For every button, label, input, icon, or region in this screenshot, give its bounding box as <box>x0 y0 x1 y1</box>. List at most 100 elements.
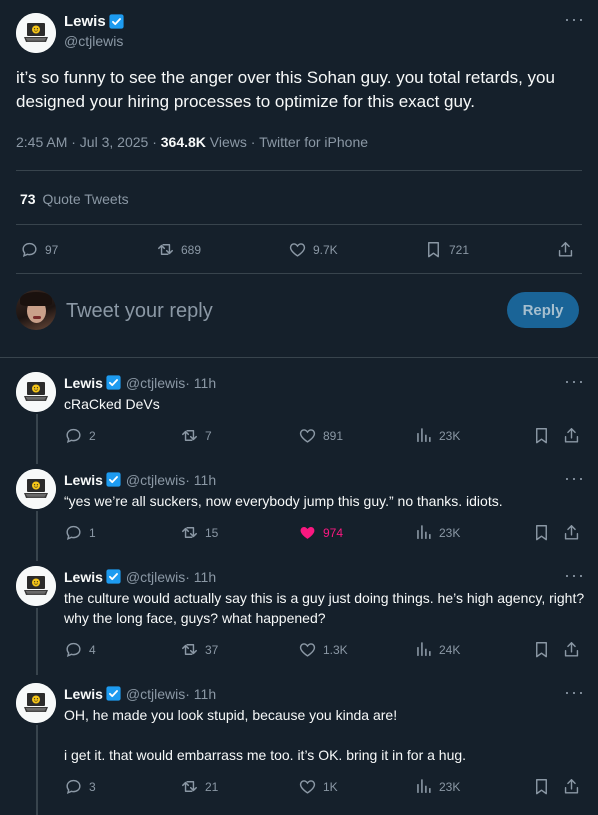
retweet-icon <box>180 640 199 659</box>
like-action[interactable]: 974 <box>298 523 343 542</box>
more-options-icon[interactable]: ··· <box>564 683 585 701</box>
reply-author-handle[interactable]: @ctjlewis <box>126 472 185 488</box>
bookmark-action[interactable] <box>532 777 551 796</box>
heart-icon <box>298 640 317 659</box>
user-avatar[interactable] <box>16 290 56 330</box>
retweet-count: 21 <box>205 779 219 794</box>
share-icon <box>562 640 581 659</box>
like-count: 1K <box>323 779 338 794</box>
tweet-meta: 2:45 AM · Jul 3, 2025 · 364.8K Views · T… <box>16 134 368 150</box>
retweet-action[interactable]: 15 <box>180 523 218 542</box>
views-stat[interactable]: 23K <box>414 777 460 796</box>
reply-action[interactable]: 1 <box>64 523 96 542</box>
retweet-action[interactable]: 37 <box>180 640 218 659</box>
reply-action[interactable]: 97 <box>20 240 58 259</box>
retweet-count: 15 <box>205 525 219 540</box>
retweet-action[interactable]: 7 <box>180 426 212 445</box>
reply-tweet[interactable]: Lewis @ctjlewis · 11h ··· the culture wo… <box>0 564 598 670</box>
reply-text-second-paragraph: i get it. that would embarrass me too. i… <box>64 747 467 763</box>
share-icon <box>556 240 575 259</box>
reply-text: “yes we’re all suckers, now everybody ju… <box>64 493 503 509</box>
more-options-icon[interactable]: ··· <box>564 469 585 487</box>
views-count: 24K <box>439 642 461 657</box>
reply-author-handle[interactable]: @ctjlewis <box>126 686 185 702</box>
bookmark-count: 721 <box>449 242 470 257</box>
reply-author-handle[interactable]: @ctjlewis <box>126 569 185 585</box>
reply-text: the culture would actually say this is a… <box>64 590 585 626</box>
bookmark-icon <box>532 640 551 659</box>
reply-time[interactable]: · 11h <box>185 472 216 488</box>
reply-time[interactable]: · 11h <box>185 375 216 391</box>
reply-header: Lewis @ctjlewis · 11h <box>64 374 216 391</box>
reply-input[interactable]: Tweet your reply <box>66 300 213 323</box>
reply-tweet[interactable]: Lewis @ctjlewis · 11h ··· “yes we’re all… <box>0 467 598 557</box>
more-options-icon[interactable]: ··· <box>564 372 585 390</box>
reply-button[interactable]: Reply <box>507 292 579 328</box>
author-avatar[interactable] <box>16 13 56 53</box>
bookmark-action[interactable] <box>532 640 551 659</box>
views-label: Views · Twitter for iPhone <box>205 134 369 150</box>
author-name[interactable]: Lewis <box>64 13 106 30</box>
views-count: 23K <box>439 428 461 443</box>
laptop-emoji-icon <box>16 566 56 606</box>
divider <box>16 224 582 225</box>
share-icon <box>562 523 581 542</box>
like-action[interactable]: 891 <box>298 426 343 445</box>
reply-count: 97 <box>45 242 59 257</box>
share-action[interactable] <box>562 426 581 445</box>
reply-avatar[interactable] <box>16 566 56 606</box>
reply-header: Lewis @ctjlewis · 11h <box>64 568 216 585</box>
more-options-icon[interactable]: ··· <box>564 10 585 28</box>
share-action[interactable] <box>562 640 581 659</box>
share-action[interactable] <box>556 240 575 259</box>
laptop-emoji-icon <box>16 372 56 412</box>
reply-author-name[interactable]: Lewis <box>64 472 103 488</box>
reply-avatar[interactable] <box>16 372 56 412</box>
divider <box>0 357 598 358</box>
reply-time[interactable]: · 11h <box>185 569 216 585</box>
verified-badge-icon <box>108 13 125 30</box>
laptop-emoji-icon <box>16 683 56 723</box>
like-action[interactable]: 9.7K <box>288 240 338 259</box>
reply-avatar[interactable] <box>16 469 56 509</box>
tweet-timestamp[interactable]: 2:45 AM · Jul 3, 2025 · <box>16 134 161 150</box>
reply-tweet[interactable]: Lewis @ctjlewis · 11h ··· OH, he made yo… <box>0 681 598 811</box>
reply-count: 1 <box>89 525 96 540</box>
share-icon <box>562 777 581 796</box>
reply-text: cRaCked DeVs <box>64 396 160 412</box>
author-handle[interactable]: @ctjlewis <box>64 33 125 49</box>
retweet-count: 37 <box>205 642 219 657</box>
like-action[interactable]: 1K <box>298 777 338 796</box>
views-stat[interactable]: 23K <box>414 523 460 542</box>
reply-author-name[interactable]: Lewis <box>64 686 103 702</box>
author-info[interactable]: Lewis @ctjlewis <box>64 13 125 49</box>
reply-author-name[interactable]: Lewis <box>64 569 103 585</box>
bookmark-action[interactable] <box>532 426 551 445</box>
share-action[interactable] <box>562 777 581 796</box>
reply-time[interactable]: · 11h <box>185 686 216 702</box>
more-options-icon[interactable]: ··· <box>564 566 585 584</box>
reply-avatar[interactable] <box>16 683 56 723</box>
reply-icon <box>20 240 39 259</box>
quote-tweets-link[interactable]: 73 Quote Tweets <box>20 191 129 207</box>
reply-author-handle[interactable]: @ctjlewis <box>126 375 185 391</box>
retweet-action[interactable]: 689 <box>156 240 201 259</box>
retweet-icon <box>156 240 175 259</box>
reply-tweet[interactable]: Lewis @ctjlewis · 11h ··· cRaCked DeVs 2… <box>0 370 598 460</box>
like-count: 891 <box>323 428 344 443</box>
bookmark-action[interactable] <box>532 523 551 542</box>
reply-action[interactable]: 2 <box>64 426 96 445</box>
like-action[interactable]: 1.3K <box>298 640 348 659</box>
share-action[interactable] <box>562 523 581 542</box>
reply-author-name[interactable]: Lewis <box>64 375 103 391</box>
views-icon <box>414 426 433 445</box>
quote-label: Quote Tweets <box>42 191 129 207</box>
reply-action[interactable]: 4 <box>64 640 96 659</box>
retweet-action[interactable]: 21 <box>180 777 218 796</box>
views-stat[interactable]: 23K <box>414 426 460 445</box>
bookmark-action[interactable]: 721 <box>424 240 469 259</box>
laptop-emoji-icon <box>16 469 56 509</box>
retweet-icon <box>180 777 199 796</box>
reply-action[interactable]: 3 <box>64 777 96 796</box>
views-stat[interactable]: 24K <box>414 640 460 659</box>
